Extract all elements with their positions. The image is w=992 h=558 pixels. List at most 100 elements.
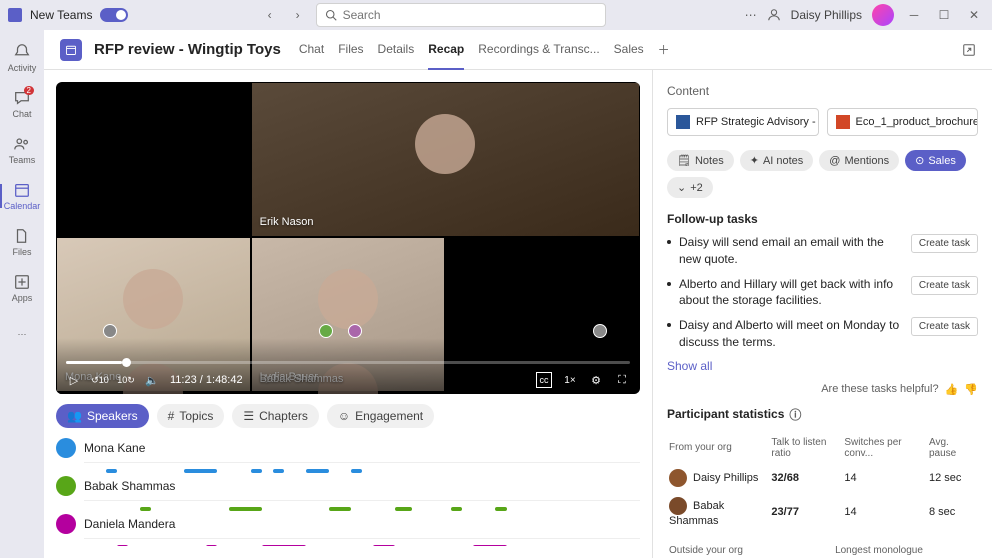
filter-topics[interactable]: #Topics [157, 404, 225, 428]
volume-icon[interactable]: 🔈 [144, 372, 160, 388]
meeting-title: RFP review - Wingtip Toys [94, 41, 281, 58]
speed-button[interactable]: 1× [562, 372, 578, 388]
create-task-button[interactable]: Create task [911, 276, 978, 295]
cc-button[interactable]: cc [536, 372, 552, 388]
content-title: Content [667, 84, 978, 98]
search-input[interactable] [343, 8, 597, 22]
rewind-10-button[interactable]: ↺10 [92, 372, 108, 388]
nav-back-button[interactable]: ‹ [260, 5, 280, 25]
video-grid: Erik NasonMona KaneLydia BauerBabak Sham… [56, 82, 640, 394]
minimize-button[interactable]: ─ [904, 5, 924, 25]
calendar-icon [60, 39, 82, 61]
tab-chat[interactable]: Chat [299, 30, 324, 70]
more-icon[interactable]: ⋯ [745, 8, 757, 22]
speaker-timelines: Mona KaneBabak ShammasDaniela ManderaAma… [56, 438, 640, 546]
people-icon[interactable] [767, 8, 781, 22]
participant-name: Erik Nason [260, 216, 314, 228]
speaker-avatar [56, 476, 76, 496]
chip-notes[interactable]: 🗒Notes [667, 150, 734, 171]
tasks-show-all[interactable]: Show all [667, 359, 978, 373]
thumbs-up-icon[interactable]: 👍 [945, 383, 959, 396]
filter-pills: 👥Speakers #Topics ☰Chapters ☺Engagement [56, 404, 640, 428]
stats-row: Daisy Phillips32/681412 sec [669, 465, 976, 491]
nav-forward-button[interactable]: › [288, 5, 308, 25]
engagement-icon: ☺ [338, 409, 350, 423]
teams-logo-icon [8, 8, 22, 22]
info-icon[interactable]: ⓘ [789, 406, 801, 423]
stats-title: Participant statistics ⓘ [667, 406, 978, 423]
app-rail: ActivityChat2TeamsCalendarFilesApps⋯ [0, 30, 44, 558]
chev-icon: ⌄ [677, 181, 686, 194]
files-icon [13, 227, 31, 245]
maximize-button[interactable]: ☐ [934, 5, 954, 25]
speaker-track[interactable] [84, 538, 640, 544]
tasks-title: Follow-up tasks [667, 212, 978, 226]
titlebar: New Teams ‹ › ⋯ Daisy Phillips ─ ☐ ✕ [0, 0, 992, 30]
task-item: Daisy and Alberto will meet on Monday to… [667, 317, 978, 351]
user-avatar[interactable] [872, 4, 894, 26]
add-tab-button[interactable]: ＋ [656, 42, 672, 58]
popout-icon[interactable] [962, 43, 976, 57]
thumbs-down-icon[interactable]: 👎 [964, 383, 978, 396]
tab-details[interactable]: Details [378, 30, 415, 70]
settings-icon[interactable]: ⚙ [588, 372, 604, 388]
search-icon [325, 9, 337, 21]
rail-files[interactable]: Files [0, 220, 44, 264]
video-time: 11:23 / 1:48:42 [170, 374, 243, 386]
chip--2[interactable]: ⌄+2 [667, 177, 713, 198]
ppt-icon [836, 115, 850, 129]
progress-markers [56, 324, 640, 336]
sparkle-icon: ✦ [750, 154, 759, 167]
tag-icon: ⊙ [915, 154, 924, 167]
at-icon: @ [829, 155, 840, 167]
stats-table-org: From your orgTalk to listen ratioSwitche… [667, 431, 978, 533]
speaker-track[interactable] [84, 500, 640, 506]
stats-row: Babak Shammas23/77148 sec [669, 493, 976, 531]
tab-sales[interactable]: Sales [614, 30, 644, 70]
chapters-icon: ☰ [243, 409, 254, 423]
rail-chat[interactable]: Chat2 [0, 82, 44, 126]
search-box[interactable] [316, 3, 606, 27]
speaker-avatar [56, 438, 76, 458]
play-button[interactable]: ▷ [66, 372, 82, 388]
rail-more[interactable]: ⋯ [0, 312, 44, 356]
close-button[interactable]: ✕ [964, 5, 984, 25]
video-progress[interactable] [66, 361, 630, 364]
task-item: Daisy will send email an email with the … [667, 234, 978, 268]
speaker-row: Mona Kane [56, 438, 640, 468]
filter-engagement[interactable]: ☺Engagement [327, 404, 434, 428]
apps-icon [13, 273, 31, 291]
rail-teams[interactable]: Teams [0, 128, 44, 172]
filter-chapters[interactable]: ☰Chapters [232, 404, 318, 428]
chip-sales[interactable]: ⊙Sales [905, 150, 966, 171]
stats-table-outside: Outside your orgLongest monologue Inna L… [667, 539, 978, 558]
forward-10-button[interactable]: 10↻ [118, 372, 134, 388]
word-icon [676, 115, 690, 129]
badge: 2 [24, 86, 34, 95]
fullscreen-icon[interactable]: ⛶ [614, 372, 630, 388]
topics-icon: # [168, 409, 175, 423]
file-chip[interactable]: RFP Strategic Advisory - Wingtip Toys [667, 108, 819, 136]
calendar-icon [13, 181, 31, 199]
tab-recap[interactable]: Recap [428, 30, 464, 70]
activity-icon [13, 43, 31, 61]
rail-activity[interactable]: Activity [0, 36, 44, 80]
speaker-row: Babak Shammas [56, 476, 640, 506]
tab-files[interactable]: Files [338, 30, 363, 70]
new-teams-toggle[interactable] [100, 8, 128, 22]
speaker-track[interactable] [84, 462, 640, 468]
chip-mentions[interactable]: @Mentions [819, 150, 899, 171]
speaker-name: Mona Kane [84, 441, 145, 455]
video-tile: Erik Nason [251, 82, 640, 237]
create-task-button[interactable]: Create task [911, 317, 978, 336]
file-chip[interactable]: Eco_1_product_brochure.pptx [827, 108, 979, 136]
teams-icon [13, 135, 31, 153]
speaker-name: Babak Shammas [84, 479, 175, 493]
filter-speakers[interactable]: 👥Speakers [56, 404, 149, 428]
chip-ai-notes[interactable]: ✦AI notes [740, 150, 814, 171]
rail-calendar[interactable]: Calendar [0, 174, 44, 218]
tab-recordings-transc-[interactable]: Recordings & Transc... [478, 30, 599, 70]
create-task-button[interactable]: Create task [911, 234, 978, 253]
rail-apps[interactable]: Apps [0, 266, 44, 310]
meeting-header: RFP review - Wingtip Toys Chat Files Detai… [44, 30, 992, 70]
